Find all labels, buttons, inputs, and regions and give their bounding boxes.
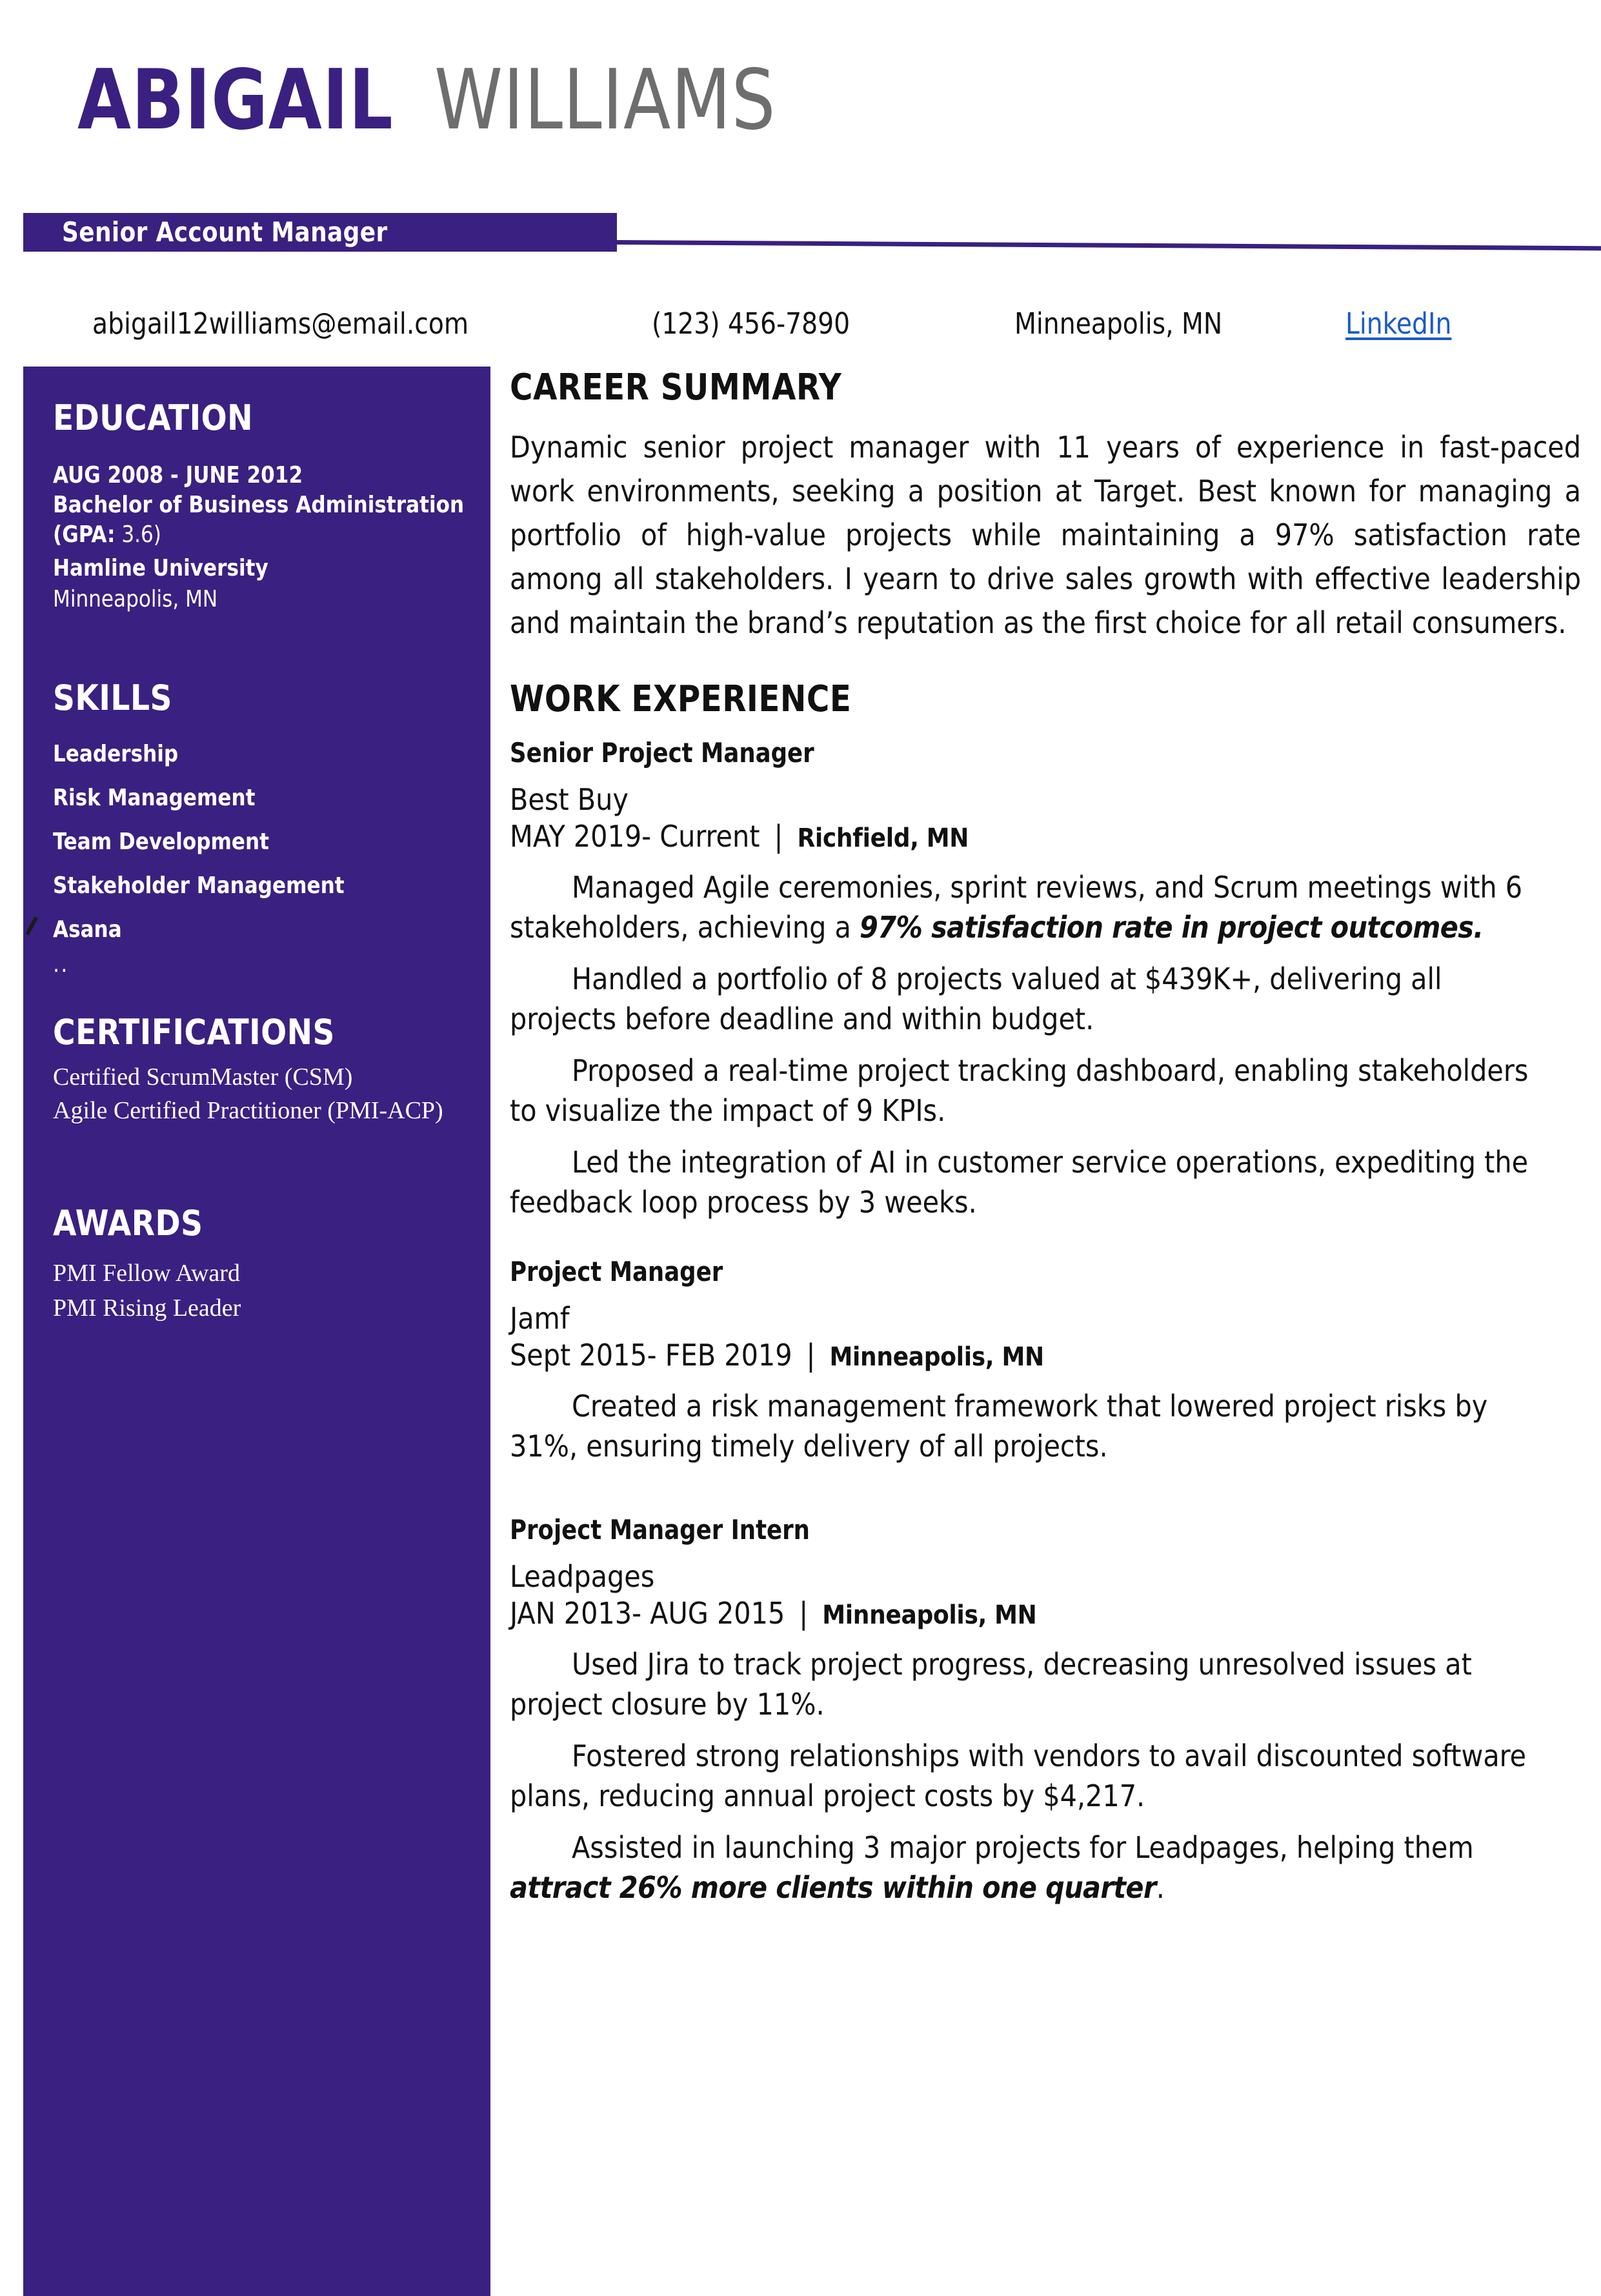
sidebar-heading-certifications: CERTIFICATIONS	[53, 1012, 335, 1052]
job-company: Jamf	[510, 1301, 570, 1336]
sidebar-heading-skills: SKILLS	[53, 678, 172, 718]
job-separator: |	[774, 819, 783, 854]
last-name: WILLIAMS	[434, 52, 776, 148]
job-entry: Project Manager Jamf Sept 2015- FEB 2019…	[510, 1256, 1581, 1466]
education-degree: Bachelor of Business Administration	[53, 492, 465, 518]
contact-location: Minneapolis, MN	[1014, 307, 1223, 341]
education-location: Minneapolis, MN	[53, 586, 218, 612]
job-meta: JAN 2013- AUG 2015 | Minneapolis, MN	[510, 1595, 1581, 1634]
sidebar-heading-education: EDUCATION	[53, 398, 254, 438]
education-gpa-label: (GPA:	[53, 521, 116, 548]
job-separator: |	[806, 1338, 816, 1373]
job-bullet: Created a risk management framework that…	[510, 1386, 1555, 1466]
resume-name: ABIGAIL WILLIAMS	[77, 59, 801, 142]
linkedin-link[interactable]: LinkedIn	[1345, 303, 1451, 345]
resume-page: ABIGAIL WILLIAMS Senior Account Manager a…	[0, 0, 1601, 2296]
job-dates: MAY 2019- Current	[510, 819, 760, 854]
certification-item: Agile Certified Practitioner (PMI-ACP)	[53, 1097, 443, 1124]
job-bullet: Led the integration of AI in customer se…	[510, 1142, 1555, 1222]
contact-phone[interactable]: (123) 456-7890	[652, 303, 850, 345]
job-location: Minneapolis, MN	[829, 1342, 1045, 1372]
job-dates: JAN 2013- AUG 2015	[510, 1596, 785, 1631]
skill-item: Leadership	[53, 741, 179, 767]
first-name: ABIGAIL	[77, 52, 394, 148]
skill-item: Risk Management	[53, 785, 256, 811]
bullet-text: Led the integration of AI in customer se…	[510, 1145, 1529, 1220]
main-content: CAREER SUMMARY Dynamic senior project ma…	[510, 367, 1581, 1919]
sidebar: EDUCATION AUG 2008 - JUNE 2012 Bachelor …	[23, 367, 490, 2296]
skill-item: Team Development	[53, 829, 269, 855]
job-separator: |	[799, 1596, 809, 1631]
education-dates: AUG 2008 - JUNE 2012	[53, 462, 303, 488]
award-item: PMI Rising Leader	[53, 1294, 241, 1322]
skill-item: Stakeholder Management	[53, 872, 345, 899]
bullet-emphasis: 97% satisfaction rate in project outcome…	[860, 910, 1484, 945]
bullet-text: Assisted in launching 3 major projects f…	[572, 1830, 1474, 1865]
job-bullet: Proposed a real-time project tracking da…	[510, 1051, 1555, 1131]
education-gpa: (GPA: 3.6)	[53, 521, 161, 549]
stray-dots-artifact: ..	[53, 951, 69, 978]
bullet-text: Created a risk management framework that…	[510, 1389, 1488, 1464]
job-location: Minneapolis, MN	[822, 1600, 1037, 1630]
bullet-text-post: .	[1156, 1870, 1165, 1905]
job-entry: Senior Project Manager Best Buy MAY 2019…	[510, 737, 1581, 1222]
job-bullet: Used Jira to track project progress, dec…	[510, 1644, 1555, 1724]
job-meta: MAY 2019- Current | Richfield, MN	[510, 818, 1581, 857]
sidebar-heading-awards: AWARDS	[53, 1203, 203, 1244]
job-bullet: Assisted in launching 3 major projects f…	[510, 1828, 1555, 1908]
award-item: PMI Fellow Award	[53, 1260, 240, 1287]
section-heading-career-summary: CAREER SUMMARY	[510, 367, 842, 408]
job-company: Leadpages	[510, 1559, 655, 1594]
skill-item: Asana	[53, 916, 122, 943]
contact-email[interactable]: abigail12williams@email.com	[92, 303, 468, 345]
header-divider-rule	[616, 240, 1601, 251]
contact-row: abigail12williams@email.com (123) 456-78…	[0, 303, 1601, 345]
career-summary-text: Dynamic senior project manager with 11 y…	[510, 430, 1581, 640]
job-title-text: Senior Account Manager	[62, 216, 388, 248]
bullet-emphasis: attract 26% more clients within one quar…	[510, 1870, 1156, 1905]
job-company: Best Buy	[510, 782, 629, 817]
bullet-text: Proposed a real-time project tracking da…	[510, 1053, 1529, 1128]
bullet-text: Used Jira to track project progress, dec…	[510, 1647, 1472, 1722]
job-title: Senior Project Manager	[510, 737, 814, 769]
job-bullet: Handled a portfolio of 8 projects valued…	[510, 959, 1555, 1039]
bullet-text: Handled a portfolio of 8 projects valued…	[510, 962, 1442, 1036]
bullet-text: Fostered strong relationships with vendo…	[510, 1738, 1527, 1813]
job-entry: Project Manager Intern Leadpages JAN 201…	[510, 1514, 1581, 1908]
job-bullet: Fostered strong relationships with vendo…	[510, 1736, 1555, 1816]
stray-tick-mark	[25, 916, 38, 936]
job-location: Richfield, MN	[797, 823, 969, 853]
certification-item: Certified ScrumMaster (CSM)	[53, 1063, 353, 1091]
job-meta: Sept 2015- FEB 2019 | Minneapolis, MN	[510, 1336, 1581, 1376]
job-title: Project Manager	[510, 1256, 723, 1287]
job-bullet: Managed Agile ceremonies, sprint reviews…	[510, 867, 1555, 947]
job-title: Project Manager Intern	[510, 1514, 810, 1546]
section-heading-work-experience: WORK EXPERIENCE	[510, 678, 852, 720]
education-school: Hamline University	[53, 555, 268, 581]
job-dates: Sept 2015- FEB 2019	[510, 1338, 792, 1373]
education-gpa-value: 3.6)	[115, 521, 161, 548]
